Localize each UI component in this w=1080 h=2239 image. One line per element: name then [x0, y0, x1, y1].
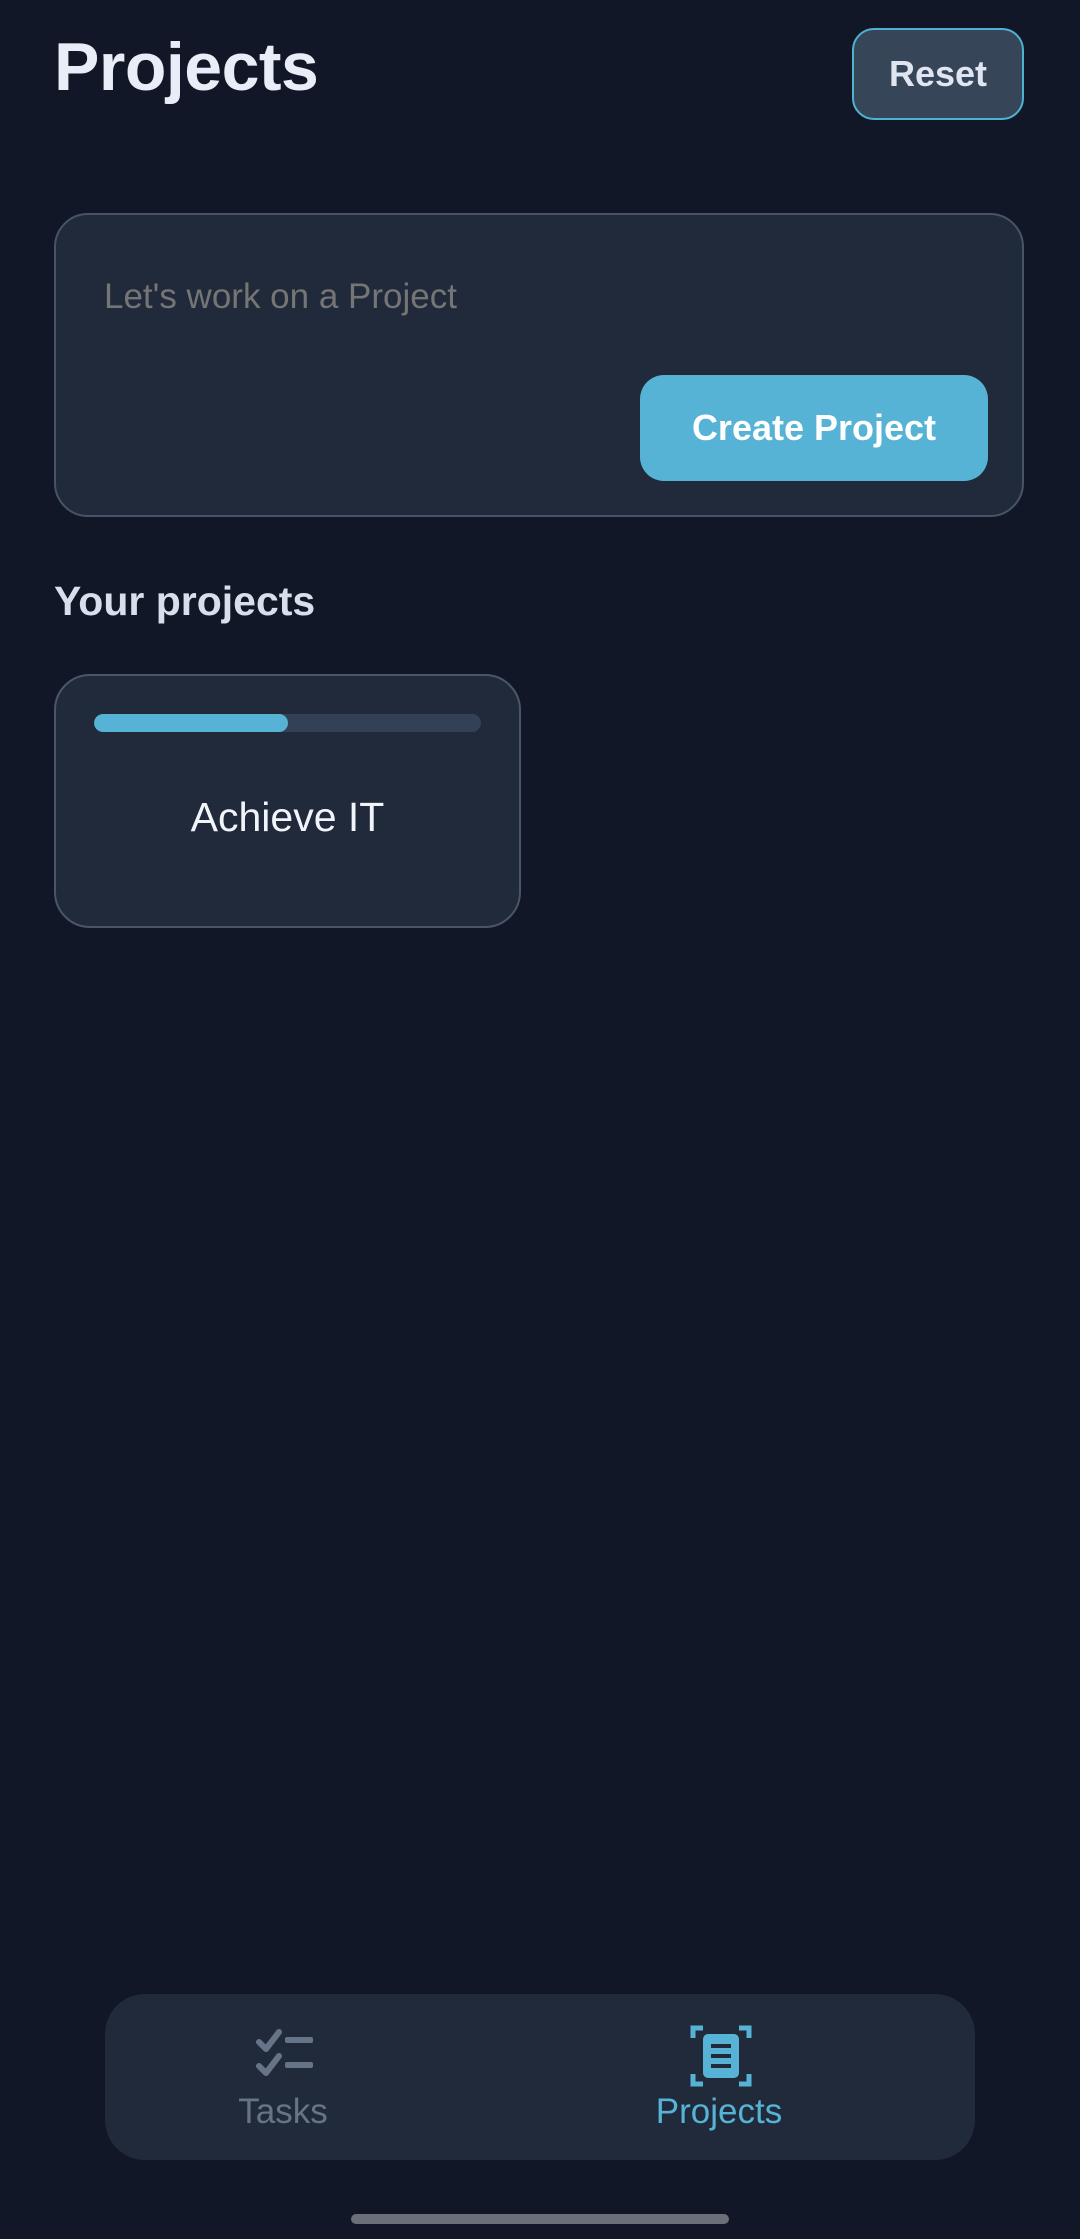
- bottom-navigation: Tasks Projects: [105, 1994, 975, 2160]
- projects-screen: Projects Reset Create Project Your proje…: [0, 0, 1080, 2239]
- nav-item-projects[interactable]: Projects: [569, 1994, 869, 2160]
- reset-button[interactable]: Reset: [852, 28, 1024, 120]
- project-name-input[interactable]: [104, 277, 964, 317]
- section-heading: Your projects: [54, 578, 316, 624]
- project-progress-fill: [94, 714, 288, 732]
- home-indicator[interactable]: [351, 2214, 729, 2224]
- nav-item-tasks[interactable]: Tasks: [133, 1994, 433, 2160]
- create-project-button[interactable]: Create Project: [640, 375, 988, 481]
- page-title: Projects: [54, 29, 319, 105]
- nav-label-projects: Projects: [655, 2092, 783, 2131]
- project-progress-bar: [94, 714, 481, 732]
- project-name: Achieve IT: [190, 794, 385, 840]
- new-project-card: Create Project: [54, 213, 1024, 517]
- project-card[interactable]: Achieve IT: [54, 674, 521, 928]
- nav-label-tasks: Tasks: [238, 2092, 328, 2131]
- checklist-icon: [256, 2029, 313, 2076]
- document-icon: [690, 2025, 752, 2087]
